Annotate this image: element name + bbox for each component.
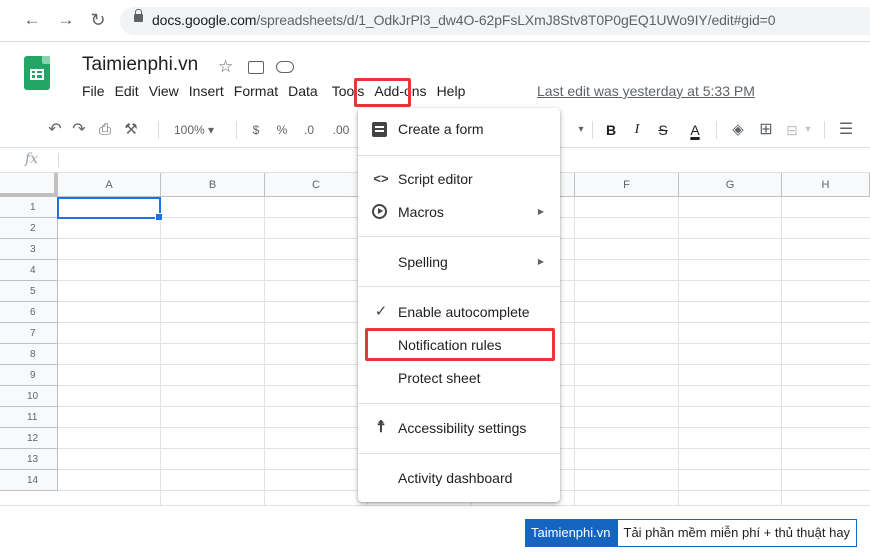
row-header-7[interactable]: 7 <box>0 323 58 344</box>
row-header-10[interactable]: 10 <box>0 386 58 407</box>
currency-format-button[interactable]: $ <box>248 119 264 141</box>
text-color-button[interactable]: A <box>684 119 706 141</box>
decrease-decimal-button[interactable]: .0 <box>298 119 320 141</box>
row-header-14[interactable]: 14 <box>0 470 58 491</box>
watermark-text: Tải phần mềm miễn phí + thủ thuật hay <box>616 519 858 547</box>
row-header-5[interactable]: 5 <box>0 281 58 302</box>
column-header-g[interactable]: G <box>679 173 782 197</box>
menu-item-accessibility-settings[interactable]: ☨ Accessibility settings <box>358 414 560 442</box>
submenu-arrow-icon: ▶ <box>537 257 544 266</box>
forward-arrow-icon[interactable]: → <box>56 10 76 30</box>
italic-button[interactable]: I <box>628 119 646 141</box>
column-header-h[interactable]: H <box>782 173 870 197</box>
align-left-icon[interactable]: ☰ <box>836 119 856 141</box>
redo-icon[interactable]: ↷ <box>68 119 90 141</box>
borders-icon[interactable]: ⊞ <box>756 119 776 141</box>
notification-rules-highlight-box <box>365 328 555 361</box>
menu-item-enable-autocomplete[interactable]: ✓ Enable autocomplete <box>358 298 560 326</box>
menu-item-label: Enable autocomplete <box>398 304 530 320</box>
tools-highlight-box <box>354 78 411 107</box>
zoom-value: 100% <box>174 123 205 137</box>
menu-item-create-form[interactable]: Create a form <box>358 115 560 143</box>
play-circle-icon <box>372 204 387 219</box>
row-header-12[interactable]: 12 <box>0 428 58 449</box>
last-edit-link[interactable]: Last edit was yesterday at 5:33 PM <box>537 83 755 99</box>
watermark: Taimienphi.vn Tải phần mềm miễn phí + th… <box>525 519 858 547</box>
submenu-arrow-icon: ▶ <box>537 207 544 216</box>
fill-color-icon[interactable]: ◈ <box>728 119 748 141</box>
row-header-2[interactable]: 2 <box>0 218 58 239</box>
url-text[interactable]: docs.google.com/spreadsheets/d/1_OdkJrPl… <box>152 12 776 28</box>
url-path: /spreadsheets/d/1_OdkJrPl3_dw4O-62pFsLXm… <box>256 12 776 28</box>
menu-item-activity-dashboard[interactable]: Activity dashboard <box>358 464 560 492</box>
column-header-c[interactable]: C <box>265 173 368 197</box>
menu-insert[interactable]: Insert <box>189 83 224 103</box>
menu-item-label: Accessibility settings <box>398 420 527 436</box>
print-icon[interactable]: ⎙ <box>94 119 116 141</box>
merge-cells-icon[interactable]: ⊟ <box>782 119 802 141</box>
lock-icon <box>134 9 143 22</box>
menu-item-label: Activity dashboard <box>398 470 513 486</box>
bold-button[interactable]: B <box>602 119 620 141</box>
menu-view[interactable]: View <box>149 83 179 103</box>
menu-data[interactable]: Data <box>288 83 318 103</box>
merge-dropdown-icon[interactable]: ▾ <box>802 119 814 141</box>
menu-item-macros[interactable]: Macros ▶ <box>358 198 560 226</box>
row-header-9[interactable]: 9 <box>0 365 58 386</box>
accessibility-icon: ☨ <box>376 419 386 436</box>
row-header-11[interactable]: 11 <box>0 407 58 428</box>
paint-format-icon[interactable]: ⚒ <box>120 119 142 141</box>
select-all-corner[interactable] <box>0 173 58 197</box>
increase-decimal-button[interactable]: .00 <box>328 119 354 141</box>
row-header-4[interactable]: 4 <box>0 260 58 281</box>
menu-file[interactable]: File <box>82 83 105 103</box>
percent-format-button[interactable]: % <box>274 119 290 141</box>
column-header-a[interactable]: A <box>58 173 161 197</box>
menu-item-label: Create a form <box>398 121 484 137</box>
menu-item-label: Spelling <box>398 254 448 270</box>
row-header-13[interactable]: 13 <box>0 449 58 470</box>
menu-item-label: Script editor <box>398 171 473 187</box>
menu-item-protect-sheet[interactable]: Protect sheet <box>358 364 560 392</box>
row-header-1[interactable]: 1 <box>0 197 58 218</box>
menu-bar: File Edit View Insert Format Data Tools … <box>82 83 475 103</box>
menu-help[interactable]: Help <box>437 83 466 103</box>
menu-item-label: Protect sheet <box>398 370 481 386</box>
strikethrough-button[interactable]: S <box>654 119 672 141</box>
cloud-status-icon[interactable] <box>276 61 294 73</box>
row-header-6[interactable]: 6 <box>0 302 58 323</box>
reload-icon[interactable]: ↻ <box>88 10 108 30</box>
menu-format[interactable]: Format <box>234 83 278 103</box>
menu-item-script-editor[interactable]: <> Script editor <box>358 165 560 193</box>
selected-cell-a1[interactable] <box>57 197 163 221</box>
column-header-b[interactable]: B <box>161 173 265 197</box>
row-header-3[interactable]: 3 <box>0 239 58 260</box>
menu-edit[interactable]: Edit <box>115 83 139 103</box>
document-title[interactable]: Taimienphi.vn <box>82 54 198 76</box>
column-header-f[interactable]: F <box>575 173 679 197</box>
move-to-folder-icon[interactable] <box>248 61 264 74</box>
back-arrow-icon[interactable]: ← <box>22 10 42 30</box>
watermark-brand: Taimienphi.vn <box>525 519 617 547</box>
menu-item-spelling[interactable]: Spelling ▶ <box>358 248 560 276</box>
fx-icon: fx <box>25 151 39 167</box>
sheets-logo[interactable] <box>24 56 50 90</box>
row-header-8[interactable]: 8 <box>0 344 58 365</box>
tools-menu: Create a form <> Script editor Macros ▶ … <box>358 108 560 502</box>
browser-address-bar: ← → ↻ docs.google.com/spreadsheets/d/1_O… <box>0 0 870 42</box>
checkmark-icon: ✓ <box>374 303 388 320</box>
zoom-select[interactable]: 100% ▾ <box>174 119 214 141</box>
font-size-dropdown-icon[interactable]: ▾ <box>574 119 588 141</box>
form-icon <box>372 122 387 137</box>
undo-icon[interactable]: ↶ <box>44 119 66 141</box>
star-icon[interactable]: ☆ <box>218 57 233 77</box>
url-host: docs.google.com <box>152 12 257 28</box>
code-icon: <> <box>373 171 389 186</box>
menu-item-label: Macros <box>398 204 444 220</box>
